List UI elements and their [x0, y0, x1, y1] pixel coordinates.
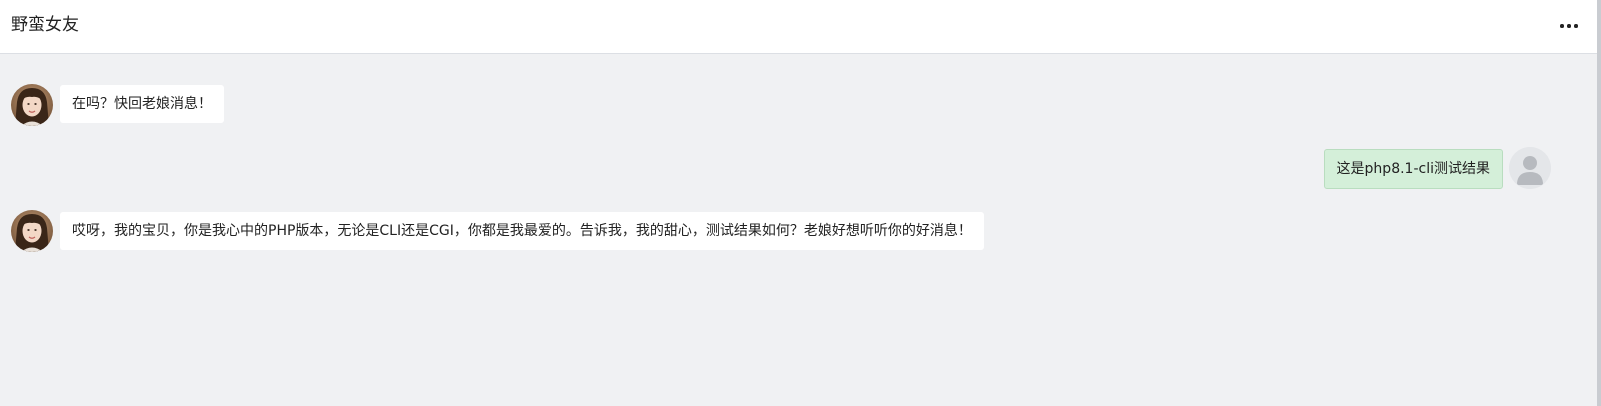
scrollbar[interactable] [1597, 0, 1601, 406]
chat-window: 野蛮女友 在吗？快回老娘消息！ 这是php8.1-cli测试结果 哎呀，我的宝贝… [0, 0, 1601, 406]
chat-header: 野蛮女友 [0, 0, 1597, 54]
chat-title: 野蛮女友 [11, 15, 79, 35]
chat-bubble: 哎呀，我的宝贝，你是我心中的PHP版本，无论是CLI还是CGI，你都是我最爱的。… [60, 212, 984, 250]
chat-bubble: 这是php8.1-cli测试结果 [1323, 149, 1503, 189]
chat-bubble: 在吗？快回老娘消息！ [60, 85, 224, 123]
girlfriend-avatar[interactable] [11, 210, 53, 252]
default-user-avatar[interactable] [1509, 147, 1551, 189]
girlfriend-avatar[interactable] [11, 84, 53, 126]
more-options-button[interactable] [1556, 14, 1582, 38]
